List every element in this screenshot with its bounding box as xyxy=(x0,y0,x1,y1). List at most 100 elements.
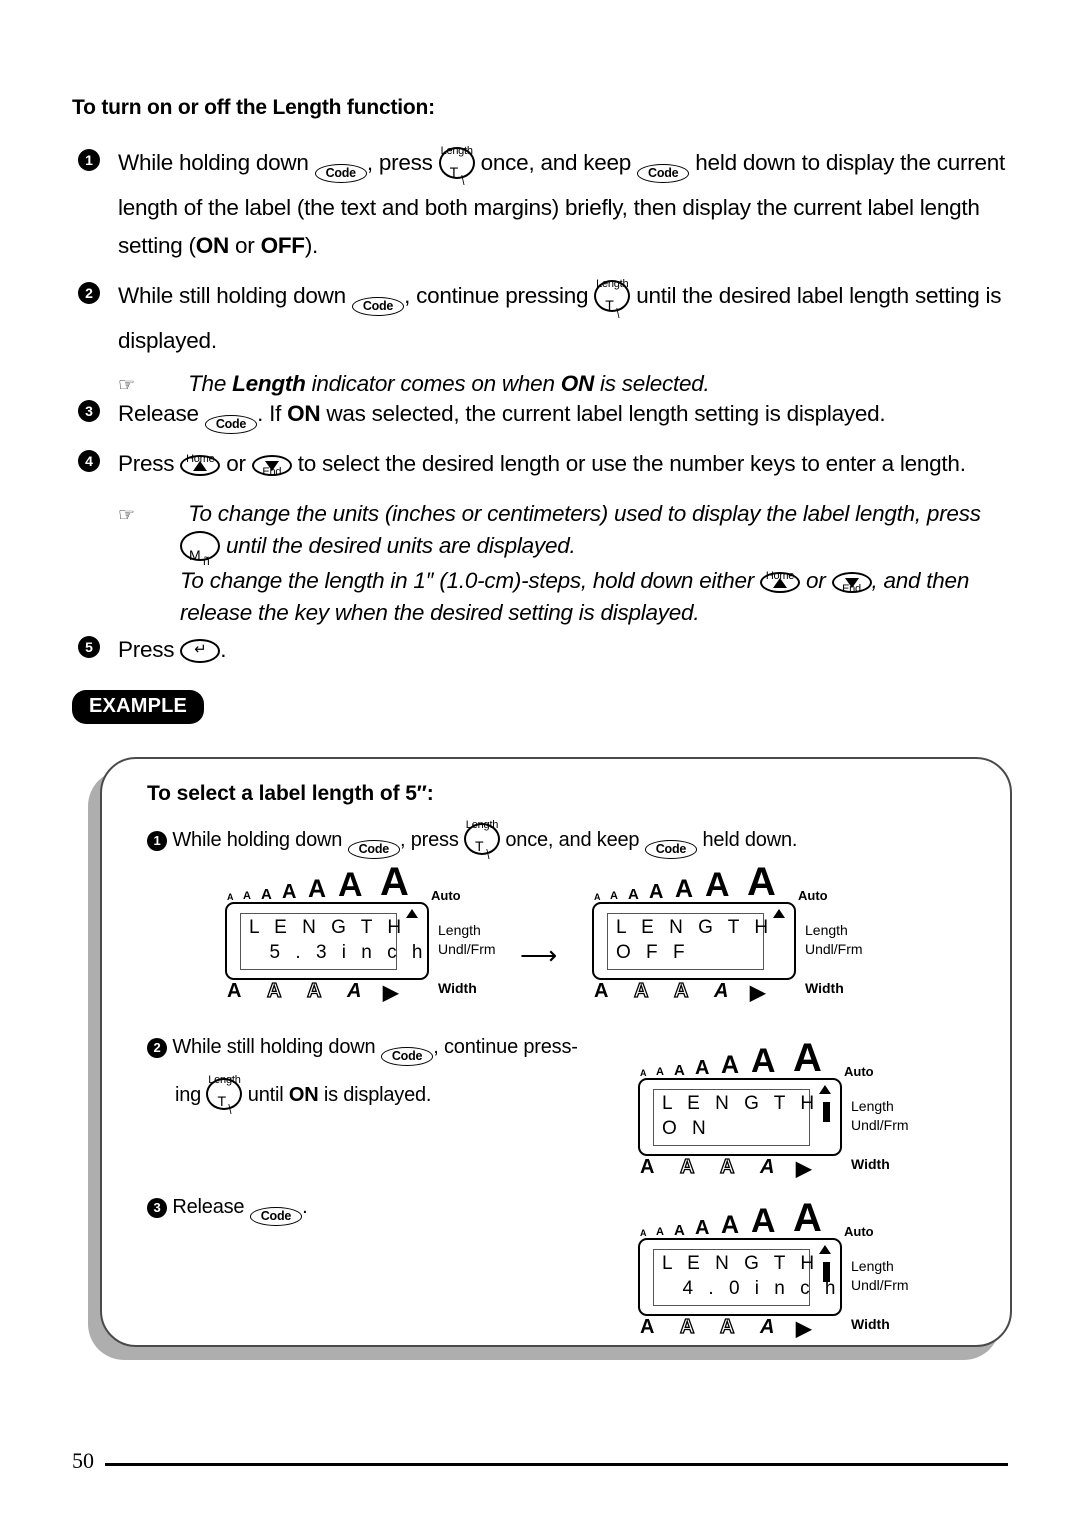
lcd-style-shadow-icon: A xyxy=(673,979,689,1002)
note-1-length: Length xyxy=(232,371,306,396)
lcd-line-1: L E N G T H xyxy=(249,917,407,938)
lcd-font-size-scale-2: A A A A A A A Auto xyxy=(594,860,828,904)
step-1-off: OFF xyxy=(260,233,306,258)
code-key-icon-3: Code xyxy=(351,284,405,322)
step-4-text-c: to select the desired length or use the … xyxy=(291,451,966,476)
end-down-key-icon-2: End xyxy=(831,572,872,595)
note-2b: M ñ until the desired units are displaye… xyxy=(180,527,1020,568)
lcd-style-outline-icon: A xyxy=(266,979,282,1002)
lcd-font-size-scale: A A A A A A A Auto xyxy=(227,860,461,904)
lcd-screen-4: L E N G T H 4 . 0 i n c h xyxy=(653,1249,836,1306)
ex-step-1-text-b: , press xyxy=(400,829,464,851)
step-3-text-a: Release xyxy=(118,401,205,426)
lcd-auto-label-2: Auto xyxy=(798,888,828,903)
lcd-right-labels-2: Length Undl/Frm xyxy=(805,921,863,959)
lcd-screen-2: L E N G T H O F F xyxy=(607,913,768,970)
lcd-right-labels-4: Length Undl/Frm xyxy=(851,1257,909,1295)
pointing-hand-icon: ☞ xyxy=(118,375,135,396)
lcd-undlfrm-label: Undl/Frm xyxy=(805,941,863,957)
transition-arrow-icon: ⟶ xyxy=(520,940,558,970)
code-key-icon-ex3: Code xyxy=(249,1197,303,1231)
step-3: Release Code. If ON was selected, the cu… xyxy=(118,395,1008,440)
lcd-font-size-scale-3: A A A A A A A Auto xyxy=(640,1036,874,1080)
lcd-undlfrm-label: Undl/Frm xyxy=(851,1277,909,1293)
m-n-key-icon: M ñ xyxy=(180,531,220,568)
example-step-1: 1 While holding down Code, press Length … xyxy=(147,819,887,864)
lcd-frame-3: L E N G T H O N xyxy=(638,1078,842,1156)
lcd-style-italic-icon: A xyxy=(347,980,362,1002)
step-1-text-a: While holding down xyxy=(118,150,315,175)
lcd-screen-3: L E N G T H O N xyxy=(653,1089,814,1146)
step-2-bullet: 2 xyxy=(78,282,100,305)
note-2-line-3b: or xyxy=(799,568,832,593)
ex-step-1-text-a: While holding down xyxy=(172,829,348,851)
lcd-line-2: 5 . 3 i n c h xyxy=(249,942,428,963)
example-badge: EXAMPLE xyxy=(72,690,205,724)
lcd-style-icons: A A A A ◀ Width xyxy=(225,979,485,1004)
step-3-text-b: . If xyxy=(257,401,288,426)
lcd-line-1: L E N G T H xyxy=(662,1093,820,1114)
lcd-font-size-scale-4: A A A A A A A Auto xyxy=(640,1196,874,1240)
step-5: Press ↵ . xyxy=(118,631,1008,669)
lcd-length-triangle-icon xyxy=(406,909,418,918)
lcd-length-triangle-icon-4 xyxy=(819,1245,831,1254)
step-1: While holding down Code, press Length T … xyxy=(118,144,1008,265)
step-5-text-b: . xyxy=(220,637,227,662)
lcd-style-italic-icon: A xyxy=(760,1156,775,1178)
code-key-icon-4: Code xyxy=(204,402,258,440)
ex-step-2-on: ON xyxy=(288,1084,319,1106)
t-length-key-icon-ex1: Length T \ xyxy=(464,819,500,862)
lcd-line-2: O N xyxy=(662,1118,711,1139)
note-2-line-3c: , and then xyxy=(871,568,970,593)
lcd-auto-label-4: Auto xyxy=(844,1224,874,1239)
note-1-post: is selected. xyxy=(593,371,710,396)
lcd-length-on: A A A A A A A Auto L E N G T H O N Lengt… xyxy=(638,1036,909,1180)
lcd-length-indicator-on xyxy=(823,1102,830,1122)
step-1-text-b: , press xyxy=(366,150,439,175)
ex-step-3-text-b: . xyxy=(302,1196,308,1218)
step-1-text-f: ). xyxy=(304,233,319,258)
step-2-text-a: While still holding down xyxy=(118,283,352,308)
step-5-text-a: Press xyxy=(118,637,181,662)
code-key-icon: Code xyxy=(314,151,367,189)
ex-step-2-text-a: While still holding down xyxy=(172,1036,381,1058)
step-3-bullet: 3 xyxy=(78,400,100,423)
t-length-key-icon-2: Length T \ xyxy=(594,278,631,321)
lcd-style-shadow-icon: A xyxy=(306,979,322,1002)
code-key-icon-ex2: Code xyxy=(380,1037,434,1071)
step-3-text-c: was selected, the current label length s… xyxy=(320,401,886,426)
lcd-style-icons-3: A A A A ◀ Width xyxy=(638,1155,898,1180)
lcd-style-mirror-icon: ◀ xyxy=(796,1318,812,1340)
step-2: While still holding down Code, continue … xyxy=(118,277,1008,360)
note-2-line-3a: To change the length in 1″ (1.0-cm)-step… xyxy=(180,568,760,593)
lcd-length-label: Length xyxy=(851,1098,894,1114)
lcd-undlfrm-label: Undl/Frm xyxy=(851,1117,909,1133)
lcd-line-1: L E N G T H xyxy=(616,917,774,938)
step-4-text-b: or xyxy=(220,451,252,476)
lcd-style-normal-icon: A xyxy=(227,980,242,1002)
lcd-line-2: 4 . 0 i n c h xyxy=(662,1278,841,1299)
lcd-length-label: Length xyxy=(851,1258,894,1274)
t-length-key-icon: Length T \ xyxy=(438,145,475,188)
step-5-bullet: 5 xyxy=(78,636,100,659)
lcd-frame-4: L E N G T H 4 . 0 i n c h xyxy=(638,1238,842,1316)
lcd-style-italic-icon: A xyxy=(714,980,729,1002)
lcd-width-label: Width xyxy=(438,980,477,996)
note-1-mid: indicator comes on when xyxy=(305,371,561,396)
lcd-line-1: L E N G T H xyxy=(662,1253,820,1274)
lcd-style-mirror-icon: ◀ xyxy=(796,1158,812,1180)
note-2-line-2: until the desired units are displayed. xyxy=(220,533,576,558)
lcd-length-off: A A A A A A A Auto L E N G T H O F F Len… xyxy=(592,860,863,1004)
step-4-text-a: Press xyxy=(118,451,181,476)
example-step-2b: ing Length T \ until ON is displayed. xyxy=(175,1074,645,1117)
lcd-style-icons-4: A A A A ◀ Width xyxy=(638,1315,898,1340)
note-2-line-4: release the key when the desired setting… xyxy=(180,600,700,625)
note-1-on: ON xyxy=(560,371,595,396)
lcd-length-triangle-icon-2 xyxy=(773,909,785,918)
code-key-icon-2: Code xyxy=(637,151,690,189)
lcd-width-label-4: Width xyxy=(851,1316,890,1332)
note-1-pre: The xyxy=(188,371,233,396)
lcd-style-outline-icon: A xyxy=(679,1315,695,1338)
lcd-frame-2: L E N G T H O F F xyxy=(592,902,796,980)
lcd-style-outline-icon: A xyxy=(633,979,649,1002)
